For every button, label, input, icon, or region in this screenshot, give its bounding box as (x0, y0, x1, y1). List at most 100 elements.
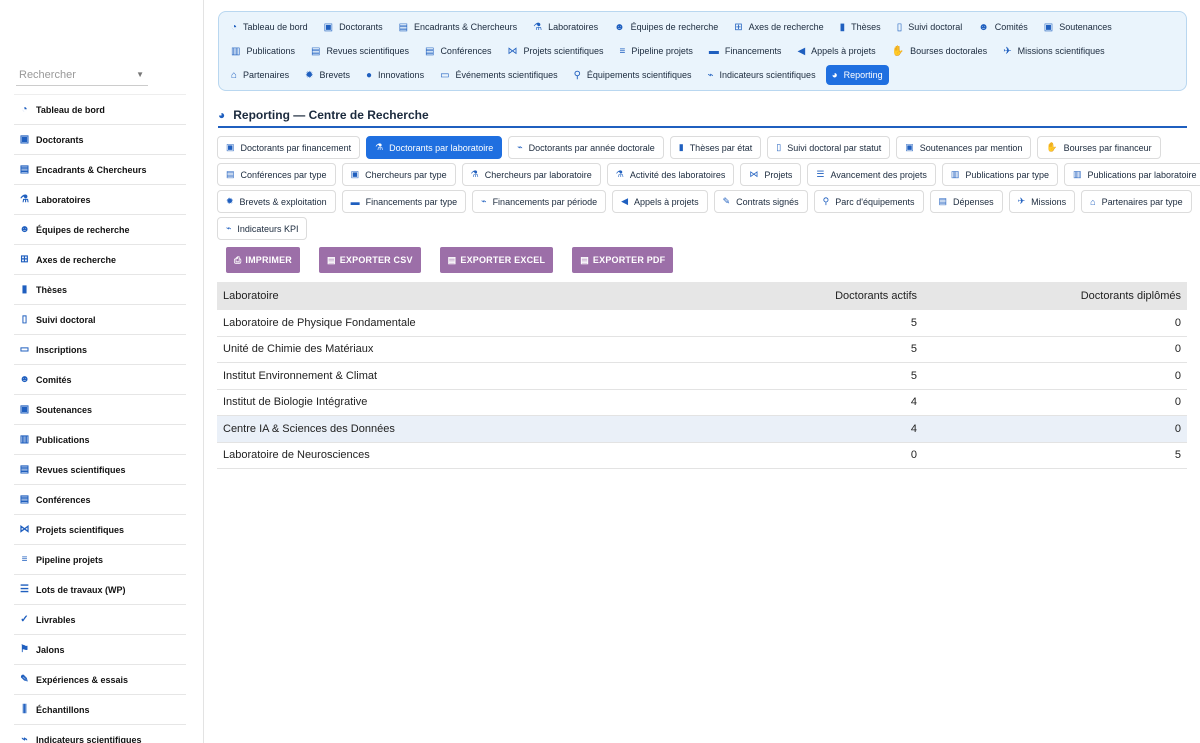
nav-item-soutenances[interactable]: ▣ Soutenances (1038, 17, 1118, 37)
button-label: EXPORTER CSV (339, 255, 413, 265)
sidebar-item-soutenances[interactable]: ▣ Soutenances (14, 395, 186, 425)
flask-icon: ⚗ (20, 194, 29, 205)
tab-theses-par-etat[interactable]: ▮ Thèses par état (669, 136, 762, 159)
sidebar-item-experiences-essais[interactable]: ✎ Expériences & essais (14, 665, 186, 695)
column-header-laboratoire[interactable]: Laboratoire (217, 290, 637, 302)
tab-financements-par-type[interactable]: ▬ Financements par type (341, 190, 467, 213)
sidebar-item-tableau-de-bord[interactable]: ◔ Tableau de bord (14, 95, 186, 125)
column-header-doctorants-diplomes[interactable]: Doctorants diplômés (917, 290, 1187, 302)
tab-parc-d-equipements[interactable]: ⚲ Parc d'équipements (813, 190, 924, 213)
sidebar-item-publications[interactable]: ▥ Publications (14, 425, 186, 455)
table-row[interactable]: Institut de Biologie Intégrative 4 0 (217, 390, 1187, 416)
nav-item-innovations[interactable]: ● Innovations (360, 65, 430, 85)
nav-item-revues-scientifiques[interactable]: ▤ Revues scientifiques (305, 41, 415, 61)
nav-item-equipes-de-recherche[interactable]: ☻ Équipes de recherche (608, 17, 724, 37)
flag-icon: ⚑ (20, 644, 29, 655)
nav-item-appels-a-projets[interactable]: ◀ Appels à projets (791, 41, 881, 61)
table-row[interactable]: Laboratoire de Neurosciences 0 5 (217, 443, 1187, 469)
nav-item-brevets[interactable]: ✹ Brevets (299, 65, 356, 85)
sidebar-item-theses[interactable]: ▮ Thèses (14, 275, 186, 305)
sidebar-item-lots-de-travaux-wp[interactable]: ☰ Lots de travaux (WP) (14, 575, 186, 605)
sidebar-item-echantillons[interactable]: ⫼ Échantillons (14, 695, 186, 725)
nav-item-encadrants-chercheurs[interactable]: ▤ Encadrants & Chercheurs (393, 17, 524, 37)
table-row[interactable]: Institut Environnement & Climat 5 0 (217, 363, 1187, 390)
nav-item-theses[interactable]: ▮ Thèses (834, 17, 887, 37)
nav-item-equipements-scientifiques[interactable]: ⚲ Équipements scientifiques (568, 65, 698, 85)
tab-brevets-exploitation[interactable]: ✹ Brevets & exploitation (217, 190, 336, 213)
nav-item-indicateurs-scientifiques[interactable]: ⌁ Indicateurs scientifiques (701, 65, 821, 85)
nav-item-laboratoires[interactable]: ⚗ Laboratoires (527, 17, 604, 37)
tab-suivi-doctoral-par-statut[interactable]: ▯ Suivi doctoral par statut (767, 136, 891, 159)
dashboard-icon: ◔ (21, 104, 28, 115)
nav-item-projets-scientifiques[interactable]: ⋈ Projets scientifiques (501, 41, 609, 61)
tab-appels-a-projets[interactable]: ◀ Appels à projets (612, 190, 708, 213)
tab-partenaires-par-type[interactable]: ⌂ Partenaires par type (1081, 190, 1192, 213)
tab-label: Publications par type (965, 169, 1049, 180)
tab-indicateurs-kpi[interactable]: ⌁ Indicateurs KPI (217, 217, 308, 240)
sidebar-item-pipeline-projets[interactable]: ≡ Pipeline projets (14, 545, 186, 575)
sidebar-item-doctorants[interactable]: ▣ Doctorants (14, 125, 186, 155)
tab-publications-par-type[interactable]: ▥ Publications par type (941, 163, 1058, 186)
button-label: EXPORTER PDF (592, 255, 666, 265)
nav-item-label: Publications (246, 46, 295, 56)
nav-item-financements[interactable]: ▬ Financements (703, 41, 788, 61)
tab-projets[interactable]: ⋈ Projets (740, 163, 802, 186)
tab-conferences-par-type[interactable]: ▤ Conférences par type (217, 163, 336, 186)
nav-item-publications[interactable]: ▥ Publications (225, 41, 301, 61)
tab-soutenances-par-mention[interactable]: ▣ Soutenances par mention (896, 136, 1032, 159)
sidebar-item-revues-scientifiques[interactable]: ▤ Revues scientifiques (14, 455, 186, 485)
tab-missions[interactable]: ✈ Missions (1008, 190, 1076, 213)
table-row[interactable]: Laboratoire de Physique Fondamentale 5 0 (217, 310, 1187, 337)
export-pdf-button[interactable]: ▤ EXPORTER PDF (572, 247, 674, 273)
sidebar-item-comites[interactable]: ☻ Comités (14, 365, 186, 395)
cell-doctorants-actifs: 0 (910, 449, 917, 462)
tab-avancement-des-projets[interactable]: ☰ Avancement des projets (807, 163, 936, 186)
sidebar-item-livrables[interactable]: ✓ Livrables (14, 605, 186, 635)
nav-item-doctorants[interactable]: ▣ Doctorants (318, 17, 389, 37)
export-excel-button[interactable]: ▤ EXPORTER EXCEL (439, 247, 554, 273)
tab-publications-par-laboratoire[interactable]: ▥ Publications par laboratoire (1063, 163, 1200, 186)
tab-label: Thèses par état (689, 142, 753, 153)
nav-item-suivi-doctoral[interactable]: ▯ Suivi doctoral (891, 17, 969, 37)
table-row[interactable]: Unité de Chimie des Matériaux 5 0 (217, 337, 1187, 363)
sidebar-item-suivi-doctoral[interactable]: ▯ Suivi doctoral (14, 305, 186, 335)
tab-contrats-signes[interactable]: ✎ Contrats signés (713, 190, 808, 213)
tab-bourses-par-financeur[interactable]: ✋ Bourses par financeur (1037, 136, 1161, 159)
nav-item-label: Projets scientifiques (523, 46, 604, 56)
nav-item-missions-scientifiques[interactable]: ✈ Missions scientifiques (997, 41, 1110, 61)
sidebar-item-conferences[interactable]: ▤ Conférences (14, 485, 186, 515)
print-button[interactable]: ⎙ IMPRIMER (226, 247, 301, 273)
tab-chercheurs-par-type[interactable]: ▣ Chercheurs par type (341, 163, 456, 186)
sidebar-item-label: Tableau de bord (36, 104, 105, 115)
nav-item-tableau-de-bord[interactable]: ◔ Tableau de bord (225, 17, 314, 37)
tab-doctorants-par-laboratoire[interactable]: ⚗ Doctorants par laboratoire (366, 136, 503, 159)
tab-doctorants-par-annee-doctorale[interactable]: ⌁ Doctorants par année doctorale (508, 136, 664, 159)
tab-financements-par-periode[interactable]: ⌁ Financements par période (472, 190, 607, 213)
nav-item-partenaires[interactable]: ⌂ Partenaires (225, 65, 295, 85)
nav-item-pipeline-projets[interactable]: ≡ Pipeline projets (614, 41, 699, 61)
tab-doctorants-par-financement[interactable]: ▣ Doctorants par financement (217, 136, 361, 159)
tab-chercheurs-par-laboratoire[interactable]: ⚗ Chercheurs par laboratoire (461, 163, 601, 186)
column-header-doctorants-actifs[interactable]: Doctorants actifs (637, 290, 917, 302)
nav-item-bourses-doctorales[interactable]: ✋ Bourses doctorales (886, 41, 994, 61)
nav-item-reporting[interactable]: ◕ Reporting (825, 65, 889, 85)
sidebar-item-jalons[interactable]: ⚑ Jalons (14, 635, 186, 665)
nav-item-axes-de-recherche[interactable]: ⊞ Axes de recherche (728, 17, 829, 37)
cell-laboratoire: Institut de Biologie Intégrative (223, 396, 368, 409)
sidebar-item-projets-scientifiques[interactable]: ⋈ Projets scientifiques (14, 515, 186, 545)
sidebar-item-laboratoires[interactable]: ⚗ Laboratoires (14, 185, 186, 215)
sidebar-item-axes-de-recherche[interactable]: ⊞ Axes de recherche (14, 245, 186, 275)
tab-activite-des-laboratoires[interactable]: ⚗ Activité des laboratoires (606, 163, 735, 186)
nav-item-conferences[interactable]: ▤ Conférences (419, 41, 497, 61)
sidebar-item-inscriptions[interactable]: ▭ Inscriptions (14, 335, 186, 365)
nav-item-evenements-scientifiques[interactable]: ▭ Événements scientifiques (434, 65, 564, 85)
nav-item-comites[interactable]: ☻ Comités (972, 17, 1034, 37)
tab-depenses[interactable]: ▤ Dépenses (929, 190, 1003, 213)
export-csv-button[interactable]: ▤ EXPORTER CSV (319, 247, 421, 273)
table-row[interactable]: Centre IA & Sciences des Données 4 0 (217, 416, 1187, 443)
sidebar-item-equipes-de-recherche[interactable]: ☻ Équipes de recherche (14, 215, 186, 245)
sidebar-search-select[interactable]: Rechercher ▼ (16, 66, 148, 86)
clipboard-icon: ▯ (896, 21, 903, 33)
sidebar-item-encadrants-chercheurs[interactable]: ▤ Encadrants & Chercheurs (14, 155, 186, 185)
sidebar-item-indicateurs-scientifiques[interactable]: ⌁ Indicateurs scientifiques (14, 725, 186, 743)
